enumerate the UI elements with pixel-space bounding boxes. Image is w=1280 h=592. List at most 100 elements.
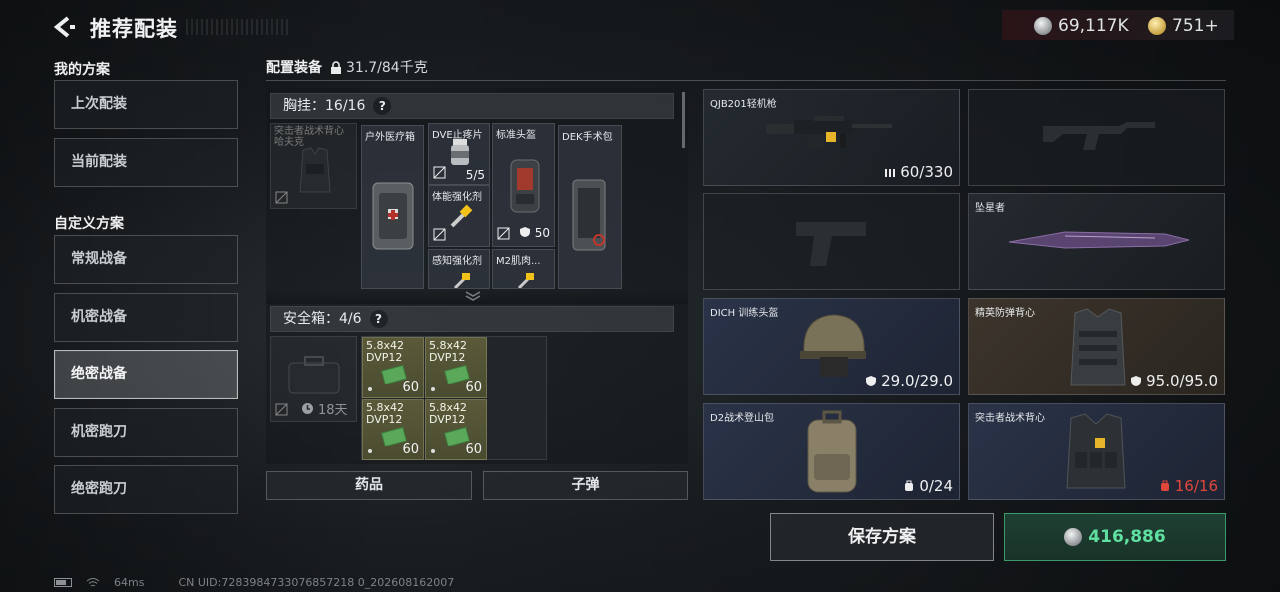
plan-top-secret-prep[interactable]: 绝密战备 — [54, 350, 238, 399]
equip-name: D2战术登山包 — [710, 413, 775, 424]
plan-confidential-prep[interactable]: 机密战备 — [54, 293, 238, 342]
ammo-slot[interactable]: 5.8x42 DVP12 60 — [425, 399, 487, 460]
item-slot-medical-box[interactable]: 户外医疗箱 — [361, 125, 424, 289]
ammo-name: 5.8x42 DVP12 — [366, 339, 405, 364]
helmet-icon — [800, 314, 866, 377]
title-decoration — [186, 19, 290, 35]
slot-name: 户外医疗箱 — [365, 132, 415, 143]
safe-box-label: 安全箱：4/6 — [283, 311, 362, 327]
equip-body-armor[interactable]: 精英防弹背心 95.0/95.0 — [968, 298, 1225, 395]
buy-amount: 416,886 — [1088, 527, 1166, 547]
item-slot-perception-booster[interactable]: 感知强化剂 — [428, 249, 490, 289]
equip-secondary-weapon-empty[interactable] — [968, 89, 1225, 186]
pill-bottle-icon — [451, 139, 469, 165]
safe-box-header: 安全箱：4/6? — [270, 306, 674, 332]
chest-rig-help-button[interactable]: ? — [373, 97, 392, 115]
item-slot-standard-helmet[interactable]: 标准头盔 50 — [492, 123, 555, 247]
slot-name: 突击者战术背心 — [274, 126, 344, 137]
loadout-label: 配置装备 — [266, 60, 322, 76]
save-plan-button[interactable]: 保存方案 — [770, 513, 994, 561]
stat-value: 29.0/29.0 — [881, 372, 953, 390]
item-slot-surgery-kit[interactable]: DEK手术包 — [558, 125, 622, 289]
safe-box-container-slot[interactable]: 18天 — [270, 336, 357, 422]
wifi-icon — [86, 578, 100, 587]
slot-name: 感知强化剂 — [432, 256, 482, 267]
inventory-scrollbar[interactable] — [682, 92, 685, 148]
safe-box-timer: 18天 — [301, 399, 348, 418]
ammo-icon — [885, 169, 896, 177]
plan-regular-prep[interactable]: 常规战备 — [54, 235, 238, 284]
back-arrow-icon[interactable] — [52, 14, 78, 40]
item-slot-stamina-booster[interactable]: 体能强化剂 — [428, 185, 490, 247]
shield-icon — [866, 376, 877, 386]
ammo-count: 60 — [465, 380, 482, 395]
ping-value: 64ms — [114, 576, 145, 589]
ammo-slot[interactable]: 5.8x42 DVP12 60 — [362, 399, 424, 460]
ammo-slot[interactable]: 5.8x42 DVP12 60 — [362, 337, 424, 398]
gold-currency[interactable]: 751+ — [1148, 13, 1219, 39]
loadout-header: 配置装备 31.7/84千克 — [266, 57, 428, 77]
no-trade-icon — [275, 403, 288, 416]
equip-name: DICH 训练头盔 — [710, 308, 779, 319]
equip-stat: 0/24 — [903, 477, 953, 495]
no-trade-icon — [497, 227, 510, 240]
safe-case-icon — [288, 356, 340, 394]
medkit-icon — [372, 182, 414, 250]
ammo-dot — [368, 449, 372, 453]
battery-icon — [54, 578, 72, 587]
item-slot-muscle-booster[interactable]: M2肌肉... — [492, 249, 555, 289]
chest-rig-header: 胸挂：16/16? — [270, 93, 674, 119]
equip-chest-rig[interactable]: 突击者战术背心 16/16 — [968, 403, 1225, 500]
silver-coin-icon — [1034, 17, 1052, 35]
no-trade-icon — [433, 166, 446, 179]
item-slot-painkiller[interactable]: DVE止疼片 5/5 — [428, 123, 490, 185]
stat-value: 16/16 — [1174, 477, 1218, 495]
user-uid: CN UID:7283984733076857218 0_20260816200… — [178, 576, 455, 589]
slot-name: 体能强化剂 — [432, 192, 482, 203]
machine-gun-icon — [766, 116, 892, 148]
ammo-slot[interactable]: 5.8x42 DVP12 60 — [425, 337, 487, 398]
ammo-name: 5.8x42 DVP12 — [366, 401, 405, 426]
silver-currency: 69,117K — [1034, 13, 1129, 39]
chest-rig-container-slot[interactable]: 突击者战术背心 哈夫克 — [270, 123, 357, 209]
gold-amount: 751+ — [1172, 16, 1219, 36]
ammo-dot — [368, 387, 372, 391]
plan-top-secret-run[interactable]: 绝密跑刀 — [54, 465, 238, 514]
equip-backpack[interactable]: D2战术登山包 0/24 — [703, 403, 960, 500]
ammo-count: 60 — [402, 380, 419, 395]
plan-confidential-run[interactable]: 机密跑刀 — [54, 408, 238, 457]
ammo-dot — [431, 387, 435, 391]
custom-plans-label: 自定义方案 — [54, 216, 124, 232]
ammo-count: 60 — [402, 442, 419, 457]
equip-melee[interactable]: 坠星者 — [968, 193, 1225, 290]
gold-coin-icon — [1148, 17, 1166, 35]
vest-icon — [1160, 480, 1169, 491]
silver-amount: 69,117K — [1058, 16, 1129, 36]
chevron-down-icon[interactable] — [464, 291, 482, 301]
ammo-dot — [431, 449, 435, 453]
equip-stat: 60/330 — [884, 163, 953, 181]
status-footer: 64ms CN UID:7283984733076857218 0_202608… — [54, 576, 454, 589]
equip-primary-weapon[interactable]: QJB201轻机枪 60/330 — [703, 89, 960, 186]
stat-value: 60/330 — [900, 163, 953, 181]
bullets-tab-button[interactable]: 子弹 — [483, 471, 688, 500]
tactical-vest-icon — [1066, 413, 1126, 489]
equip-stat: 95.0/95.0 — [1130, 372, 1218, 390]
buy-loadout-button[interactable]: 416,886 — [1004, 513, 1226, 561]
durability-readout: 50 — [519, 226, 550, 240]
blade-icon — [1008, 231, 1190, 249]
equip-pistol-empty[interactable] — [703, 193, 960, 290]
plan-current-loadout[interactable]: 当前配装 — [54, 138, 238, 187]
pistol-placeholder-icon — [796, 222, 866, 266]
clock-icon — [302, 403, 313, 414]
equip-name: 坠星者 — [975, 203, 1005, 214]
plan-last-loadout[interactable]: 上次配装 — [54, 80, 238, 129]
safe-box-help-button[interactable]: ? — [369, 310, 388, 328]
ammo-name: 5.8x42 DVP12 — [429, 339, 468, 364]
slot-name: 标准头盔 — [496, 130, 536, 141]
inventory-panel[interactable]: 胸挂：16/16? 突击者战术背心 哈夫克 户外医疗箱 DVE止疼片 5/5 体能… — [266, 88, 688, 464]
slot-count: 5/5 — [465, 168, 485, 182]
equip-stat: 29.0/29.0 — [865, 372, 953, 390]
medicine-tab-button[interactable]: 药品 — [266, 471, 472, 500]
equip-helmet[interactable]: DICH 训练头盔 29.0/29.0 — [703, 298, 960, 395]
